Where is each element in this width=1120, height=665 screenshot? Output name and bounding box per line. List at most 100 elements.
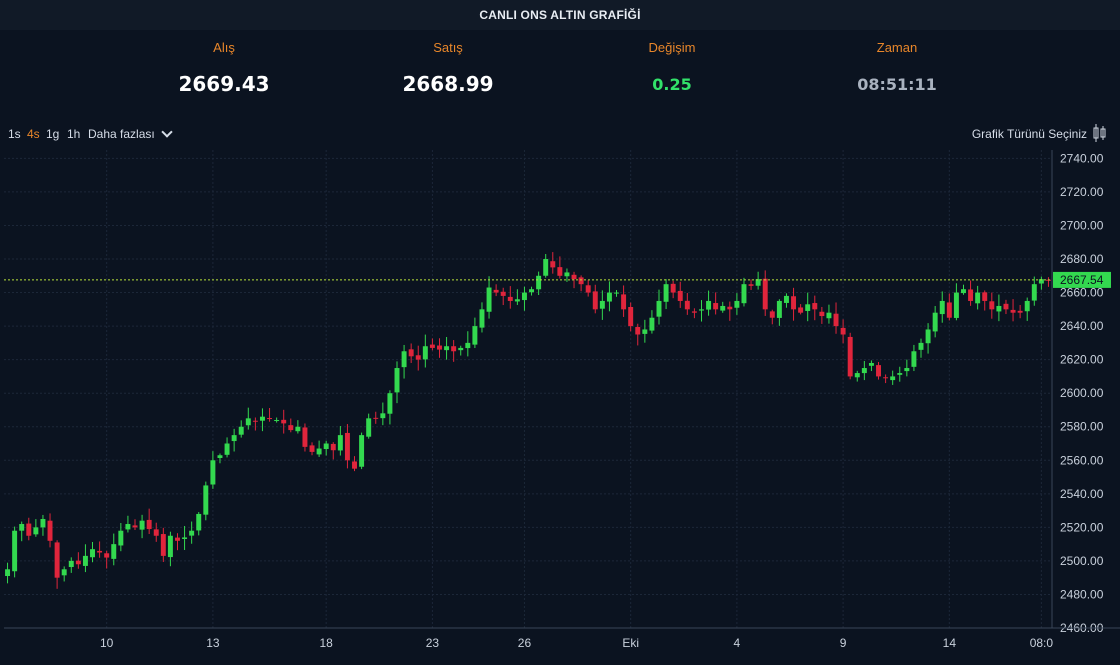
candle-body (1017, 310, 1023, 313)
chart-title-bar: CANLI ONS ALTIN GRAFİĞİ (0, 0, 1120, 31)
candle-body (691, 311, 697, 313)
candle-body (826, 312, 832, 319)
candle-body (982, 292, 988, 301)
candle-body (961, 289, 966, 294)
stat-time-value: 08:51:11 (857, 75, 937, 94)
chevron-down-icon (161, 126, 173, 138)
y-tick-label: 2600.00 (1060, 386, 1104, 400)
timeframe-1h[interactable]: 1h (67, 127, 80, 141)
candle-body (1003, 303, 1009, 310)
candle-body (819, 311, 825, 317)
candle-body (5, 569, 11, 577)
stat-bid-value: 2669.43 (178, 72, 270, 96)
stat-change-value: 0.25 (652, 75, 692, 94)
candle-body (75, 560, 81, 565)
candle-body (975, 292, 981, 304)
candle-body (621, 294, 627, 310)
timeframe-4s[interactable]: 4s (27, 127, 40, 141)
page-title: CANLI ONS ALTIN GRAFİĞİ (479, 8, 641, 22)
x-tick-label: 23 (426, 636, 440, 650)
chart-type-selector[interactable]: Grafik Türünü Seçiniz (972, 127, 1087, 141)
candle-body (132, 525, 138, 528)
stat-bid-label: Alış (213, 40, 235, 55)
candle-body (401, 351, 407, 368)
candle-body (302, 427, 308, 447)
candle-body (203, 485, 209, 515)
y-tick-label: 2740.00 (1060, 151, 1104, 165)
candle-body (465, 342, 471, 349)
candle-body (776, 300, 782, 318)
candle-body (500, 291, 506, 296)
candle-body (791, 296, 797, 310)
candle-body (557, 267, 563, 276)
candle-body (904, 368, 910, 372)
timeframe-1s[interactable]: 1s (8, 127, 21, 141)
x-tick-label: 4 (734, 636, 741, 650)
candle-body (897, 373, 903, 375)
candle-body (628, 306, 634, 327)
candle-body (316, 448, 322, 455)
timeframe-1g[interactable]: 1g (46, 127, 59, 141)
y-tick-label: 2720.00 (1060, 185, 1104, 199)
candle-body (493, 289, 499, 293)
candle-body (344, 432, 350, 461)
stat-ask-value: 2668.99 (402, 72, 494, 96)
candle-body (713, 303, 719, 310)
price-chart[interactable]: 2740.00 2720.00 2700.00 2680.00 2660.00 2640.… (0, 150, 1120, 665)
candle-body (890, 376, 896, 381)
candle-body (40, 518, 46, 528)
candle-body (854, 373, 860, 378)
candle-body (861, 368, 867, 374)
more-timeframes-button[interactable]: Daha fazlası (88, 126, 173, 141)
candle-body (599, 300, 605, 309)
y-tick-label: 2700.00 (1060, 218, 1104, 232)
candle-body (543, 259, 549, 276)
candle-body (47, 520, 53, 541)
candle-body (189, 530, 195, 536)
candle-body (536, 275, 542, 290)
price-stats: Alış 2669.43 Satış 2668.99 Değişim 0.25 … (0, 30, 1120, 120)
candle-body (153, 529, 159, 536)
candle-body (989, 301, 995, 310)
candle-body (642, 329, 648, 334)
candle-body (274, 420, 280, 422)
candle-body (734, 300, 740, 308)
candle-body (550, 261, 556, 268)
candle-body (479, 309, 485, 328)
candle-body (706, 300, 712, 310)
candle-body (238, 426, 244, 435)
candle-body (571, 274, 577, 280)
y-tick-label: 2620.00 (1060, 353, 1104, 367)
candle-body (699, 309, 704, 311)
stat-ask-label: Satış (433, 40, 463, 55)
y-tick-label: 2480.00 (1060, 587, 1104, 601)
candle-body (267, 418, 273, 420)
candle-body (309, 445, 315, 452)
chart-toolbar: 1s 4s 1g 1h Daha fazlası Grafik Türünü S… (0, 122, 1120, 146)
candlestick-icon[interactable] (1092, 123, 1108, 143)
candlestick-chart[interactable]: 2740.002720.002700.002680.002660.002640.… (0, 150, 1120, 665)
candle-body (337, 435, 343, 451)
candle-body (996, 305, 1002, 312)
candle-body (472, 326, 478, 345)
x-tick-label: 14 (943, 636, 957, 650)
candle-body (649, 317, 655, 331)
y-tick-label: 2560.00 (1060, 453, 1104, 467)
candle-body (415, 355, 421, 360)
candle-body (783, 295, 789, 303)
candle-body (521, 292, 527, 301)
candle-body (932, 312, 938, 332)
candle-body (281, 419, 287, 424)
candle-body (231, 435, 237, 442)
y-tick-label: 2520.00 (1060, 520, 1104, 534)
candle-body (458, 347, 464, 351)
candle-body (295, 426, 301, 432)
stat-change-label: Değişim (648, 40, 696, 55)
candle-body (359, 435, 365, 467)
candle-body (196, 513, 202, 531)
candle-body (918, 342, 924, 350)
candle-body (635, 327, 641, 335)
candle-body (727, 306, 733, 310)
candle-body (663, 284, 669, 302)
candle-body (323, 443, 329, 450)
